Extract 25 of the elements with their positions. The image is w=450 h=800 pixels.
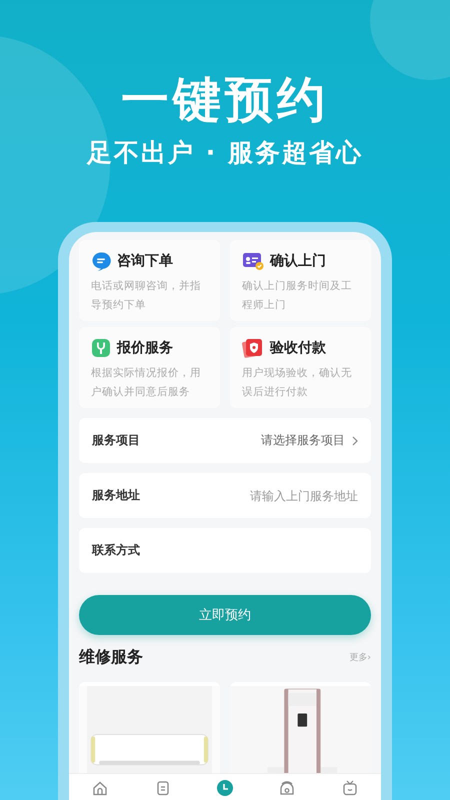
field-label: 服务地址 (92, 487, 140, 504)
step-description: 用户现场验收，确认无误后进行付款 (242, 366, 353, 400)
chevron-icon (352, 436, 358, 446)
step-title: 咨询下单 (117, 252, 173, 270)
chat-icon (91, 251, 111, 271)
step-title: 报价服务 (117, 339, 173, 357)
step-description: 根据实际情况报价，用户确认并同意后服务 (91, 366, 202, 400)
hero-title: 一键预约 (121, 71, 329, 130)
tv-icon[interactable] (340, 779, 359, 797)
field-label: 联系方式 (92, 542, 140, 559)
step-title: 确认上门 (270, 252, 326, 270)
home-icon[interactable] (91, 779, 110, 797)
step-description: 电话或网聊咨询，并指导预约下单 (91, 279, 202, 313)
book-button[interactable]: 立即预约 (79, 595, 371, 635)
input-field[interactable]: 请输入上门服务地址 (228, 488, 358, 502)
step-title: 验收付款 (270, 339, 326, 357)
step-description: 确认上门服务时间及工程师上门 (242, 279, 353, 313)
field-label: 服务项目 (92, 432, 140, 449)
section-title: 维修服务 (79, 647, 143, 668)
shield-icon (242, 338, 264, 358)
select-field[interactable]: 请选择服务项目 (261, 432, 358, 449)
more-link[interactable]: 更多› (349, 651, 371, 664)
clock-icon[interactable] (216, 779, 234, 797)
hero-subtitle: 足不出户 · 服务超省心 (87, 137, 363, 169)
id-card-icon (242, 251, 264, 271)
